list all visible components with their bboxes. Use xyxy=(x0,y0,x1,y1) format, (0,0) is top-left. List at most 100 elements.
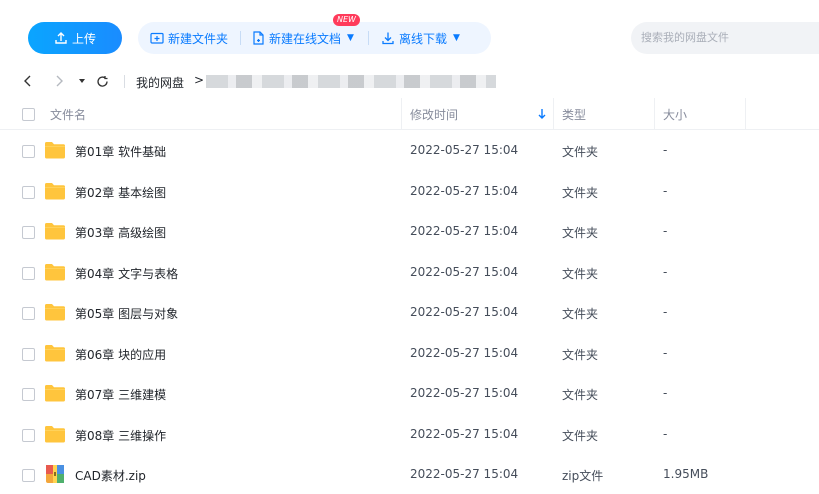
file-type: 文件夹 xyxy=(562,226,599,240)
divider xyxy=(240,31,242,45)
modified-time: 2022-05-27 15:04 xyxy=(410,467,519,481)
file-name[interactable]: 第05章 图层与对象 xyxy=(75,305,178,322)
table-row[interactable]: 第08章 三维操作 2022-05-27 15:04 文件夹 - xyxy=(0,415,819,455)
column-header-name[interactable]: 文件名 xyxy=(50,98,86,130)
offline-download-button[interactable]: 离线下载 ▼ xyxy=(381,22,460,54)
offline-download-label: 离线下载 xyxy=(398,31,447,46)
file-type: 文件夹 xyxy=(562,307,599,321)
folder-icon xyxy=(44,383,66,403)
row-checkbox[interactable] xyxy=(22,388,35,401)
modified-time: 2022-05-27 15:04 xyxy=(410,345,519,360)
column-header-size[interactable]: 大小 xyxy=(663,98,687,130)
new-folder-icon xyxy=(150,32,164,44)
divider xyxy=(124,75,125,88)
table-row[interactable]: 第05章 图层与对象 2022-05-27 15:04 文件夹 - xyxy=(0,293,819,333)
upload-button[interactable]: 上传 xyxy=(28,22,122,54)
new-folder-label: 新建文件夹 xyxy=(168,31,229,46)
upload-label: 上传 xyxy=(71,31,96,46)
table-row[interactable]: 第03章 高级绘图 2022-05-27 15:04 文件夹 - xyxy=(0,212,819,252)
new-online-doc-button[interactable]: 新建在线文档 ▼ NEW xyxy=(251,14,360,54)
file-size: - xyxy=(663,386,668,400)
chevron-down-icon: ▼ xyxy=(347,33,354,43)
file-name[interactable]: 第06章 块的应用 xyxy=(75,346,166,363)
breadcrumb-path-obscured xyxy=(206,75,496,88)
row-checkbox[interactable] xyxy=(22,428,35,442)
column-divider xyxy=(553,98,554,130)
file-size: - xyxy=(663,264,668,279)
back-arrow-icon[interactable] xyxy=(20,72,36,90)
file-type: 文件夹 xyxy=(562,388,599,402)
modified-time: 2022-05-27 15:04 xyxy=(410,224,519,238)
file-name[interactable]: 第04章 文字与表格 xyxy=(75,265,178,282)
modified-time: 2022-05-27 15:04 xyxy=(410,264,519,279)
file-size: - xyxy=(663,426,668,441)
search-input[interactable] xyxy=(631,22,819,54)
refresh-icon[interactable] xyxy=(94,72,110,90)
column-header-modified[interactable]: 修改时间 xyxy=(410,98,458,130)
file-name[interactable]: 第01章 软件基础 xyxy=(75,143,166,160)
row-checkbox[interactable] xyxy=(22,226,35,239)
table-row[interactable]: 第06章 块的应用 2022-05-27 15:04 文件夹 - xyxy=(0,334,819,374)
file-size: - xyxy=(663,183,668,198)
history-dropdown-icon[interactable] xyxy=(74,72,90,90)
row-checkbox[interactable] xyxy=(22,266,35,280)
file-name[interactable]: 第02章 基本绘图 xyxy=(75,184,166,201)
folder-icon xyxy=(44,302,66,322)
new-badge: NEW xyxy=(333,14,360,26)
select-all-checkbox[interactable] xyxy=(22,108,35,121)
column-divider xyxy=(401,98,402,130)
breadcrumb-root[interactable]: 我的网盘 xyxy=(136,74,184,91)
file-type: zip文件 xyxy=(562,469,604,483)
folder-icon xyxy=(44,221,66,241)
column-divider xyxy=(654,98,655,130)
file-type: 文件夹 xyxy=(562,347,599,362)
row-checkbox[interactable] xyxy=(22,307,35,320)
divider xyxy=(367,31,369,45)
column-divider xyxy=(745,98,746,130)
forward-arrow-icon[interactable] xyxy=(51,72,67,90)
file-name[interactable]: 第07章 三维建模 xyxy=(75,386,166,403)
table-row[interactable]: 第02章 基本绘图 2022-05-27 15:04 文件夹 - xyxy=(0,172,819,212)
file-size: - xyxy=(663,345,668,360)
file-type: 文件夹 xyxy=(562,185,599,200)
file-type: 文件夹 xyxy=(562,428,599,443)
row-checkbox[interactable] xyxy=(22,185,35,199)
file-name[interactable]: CAD素材.zip xyxy=(75,467,146,484)
modified-time: 2022-05-27 15:04 xyxy=(410,183,519,198)
file-name[interactable]: 第03章 高级绘图 xyxy=(75,224,166,241)
table-row[interactable]: 第07章 三维建模 2022-05-27 15:04 文件夹 - xyxy=(0,374,819,414)
file-size: - xyxy=(663,224,668,238)
table-row[interactable]: CAD素材.zip 2022-05-27 15:04 zip文件 1.95MB xyxy=(0,455,819,494)
row-checkbox[interactable] xyxy=(22,347,35,361)
file-type: 文件夹 xyxy=(562,266,599,281)
new-folder-button[interactable]: 新建文件夹 xyxy=(150,22,228,54)
folder-icon xyxy=(44,181,66,201)
table-header: 文件名 修改时间 类型 大小 xyxy=(0,98,819,130)
file-name[interactable]: 第08章 三维操作 xyxy=(75,427,166,444)
breadcrumb-separator: > xyxy=(194,73,205,87)
zip-icon xyxy=(44,464,66,484)
file-type: 文件夹 xyxy=(562,145,599,159)
column-header-type[interactable]: 类型 xyxy=(562,98,586,130)
sort-descending-icon[interactable] xyxy=(537,107,547,121)
modified-time: 2022-05-27 15:04 xyxy=(410,305,519,319)
action-button-group: 新建文件夹 新建在线文档 ▼ NEW 离线下载 ▼ xyxy=(138,14,491,54)
modified-time: 2022-05-27 15:04 xyxy=(410,426,519,441)
download-icon xyxy=(382,32,394,45)
folder-icon xyxy=(44,424,66,444)
table-row[interactable]: 第01章 软件基础 2022-05-27 15:04 文件夹 - xyxy=(0,131,819,171)
new-doc-icon xyxy=(253,31,264,45)
folder-icon xyxy=(44,140,66,160)
file-size: - xyxy=(663,143,668,157)
new-doc-label: 新建在线文档 xyxy=(269,31,342,46)
table-row[interactable]: 第04章 文字与表格 2022-05-27 15:04 文件夹 - xyxy=(0,253,819,293)
modified-time: 2022-05-27 15:04 xyxy=(410,143,519,157)
folder-icon xyxy=(44,343,66,363)
file-size: 1.95MB xyxy=(663,467,709,481)
chevron-down-icon: ▼ xyxy=(452,33,460,43)
navigation-bar: 我的网盘 > xyxy=(0,66,819,96)
modified-time: 2022-05-27 15:04 xyxy=(410,386,519,400)
upload-icon xyxy=(55,32,67,44)
row-checkbox[interactable] xyxy=(22,145,35,158)
row-checkbox[interactable] xyxy=(22,469,35,482)
